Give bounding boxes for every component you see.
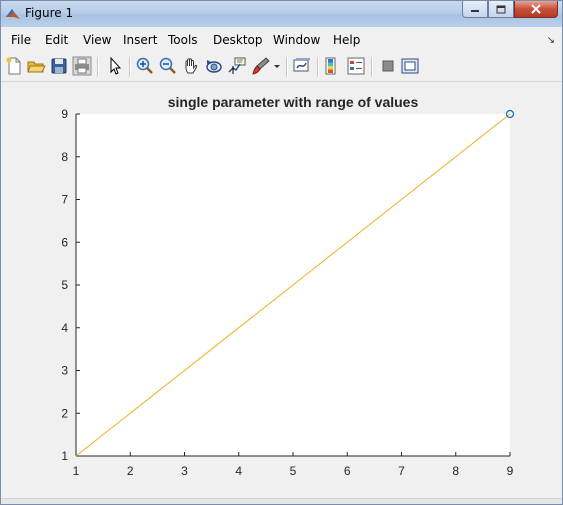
menu-help[interactable]: Help [333, 33, 360, 47]
toolbar-separator [371, 57, 373, 77]
x-tick-label: 2 [127, 464, 134, 478]
y-tick-label: 1 [61, 449, 68, 463]
menu-file[interactable]: File [11, 33, 31, 47]
data-cursor-icon[interactable] [227, 56, 247, 76]
menu-view[interactable]: View [83, 33, 111, 47]
minimize-icon [471, 10, 479, 12]
y-tick-label: 9 [61, 107, 68, 121]
dock-arrow-icon[interactable]: ↘ [547, 35, 555, 46]
close-button[interactable] [514, 1, 558, 18]
toolbar-separator [129, 57, 131, 77]
figure-toolbar [1, 53, 562, 82]
menu-desktop[interactable]: Desktop [213, 33, 263, 47]
x-tick-label: 7 [398, 464, 405, 478]
close-icon [531, 4, 541, 14]
x-tick-label: 1 [73, 464, 80, 478]
hide-plot-tools-icon[interactable] [378, 56, 398, 76]
print-icon[interactable] [72, 56, 92, 76]
toolbar-separator [286, 57, 288, 77]
y-tick-label: 4 [61, 321, 68, 335]
y-tick-label: 8 [61, 150, 68, 164]
select-arrow-icon[interactable] [105, 56, 125, 76]
open-file-icon[interactable] [26, 56, 46, 76]
menu-window[interactable]: Window [273, 33, 320, 47]
menu-edit[interactable]: Edit [45, 33, 68, 47]
x-tick-label: 3 [181, 464, 188, 478]
pan-hand-icon[interactable] [181, 56, 201, 76]
new-figure-icon[interactable] [4, 56, 24, 76]
window-title: Figure 1 [25, 6, 74, 20]
title-bar[interactable]: Figure 1 [1, 1, 562, 27]
legend-icon[interactable] [346, 56, 366, 76]
menu-tools[interactable]: Tools [168, 33, 198, 47]
brush-icon[interactable] [251, 56, 271, 76]
dropdown-arrow-icon[interactable] [272, 56, 282, 76]
y-tick-label: 7 [61, 193, 68, 207]
y-tick-label: 2 [61, 406, 68, 420]
figure-canvas: single parameter with range of values 1 2… [1, 82, 562, 500]
x-tick-label: 8 [452, 464, 459, 478]
window-controls [462, 1, 558, 19]
x-tick-label: 6 [344, 464, 351, 478]
show-plot-tools-icon[interactable] [400, 56, 420, 76]
y-tick-label: 6 [61, 235, 68, 249]
menu-insert[interactable]: Insert [123, 33, 157, 47]
zoom-in-icon[interactable] [135, 56, 155, 76]
x-tick-label: 5 [290, 464, 297, 478]
menu-bar: File Edit View Insert Tools Desktop Wind… [1, 29, 562, 51]
restore-icon [496, 5, 506, 13]
colorbar-icon[interactable] [323, 56, 343, 76]
matlab-logo-icon [6, 9, 20, 19]
zoom-out-icon[interactable] [158, 56, 178, 76]
figure-window: Figure 1 File Edit View Insert Tools Des… [0, 0, 563, 505]
chart-title: single parameter with range of values [168, 94, 419, 110]
toolbar-separator [97, 57, 99, 77]
y-tick-label: 5 [61, 278, 68, 292]
restore-button[interactable] [488, 1, 514, 18]
minimize-button[interactable] [462, 1, 488, 18]
toolbar-separator [317, 57, 319, 77]
status-strip [1, 498, 562, 504]
rotate-3d-icon[interactable] [204, 56, 224, 76]
x-tick-label: 9 [507, 464, 514, 478]
x-tick-label: 4 [235, 464, 242, 478]
y-tick-label: 3 [61, 364, 68, 378]
link-plot-icon[interactable] [292, 56, 312, 76]
save-icon[interactable] [49, 56, 69, 76]
